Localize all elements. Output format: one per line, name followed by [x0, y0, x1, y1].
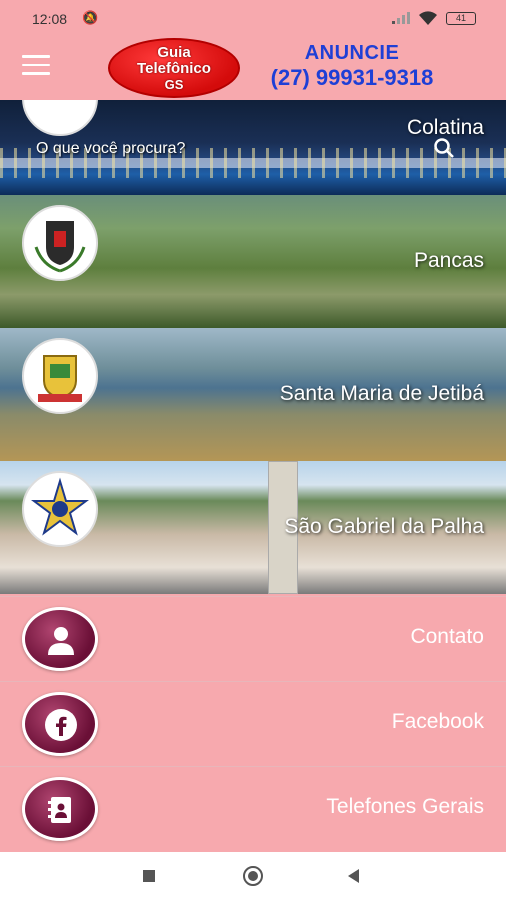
menu-label: Facebook [391, 710, 484, 733]
ad-title: ANUNCIE [304, 42, 400, 64]
city-crest-icon [22, 338, 98, 414]
hamburger-menu-icon[interactable] [22, 55, 50, 77]
menu-item-contato[interactable]: Contato [0, 596, 506, 680]
contact-user-icon[interactable] [22, 607, 98, 671]
recent-apps-icon[interactable] [143, 870, 155, 882]
menu-label: Contato [410, 625, 484, 648]
menu-item-telefones-gerais[interactable]: Telefones Gerais [0, 766, 506, 850]
signal-icon [392, 12, 410, 24]
wifi-icon [419, 11, 437, 25]
logo-line3: GS [164, 77, 184, 92]
city-name: São Gabriel da Palha [284, 515, 484, 538]
app-logo: Guia Telefônico GS [108, 38, 240, 98]
logo-line1: Guia [157, 44, 191, 61]
city-card-pancas[interactable]: Pancas [0, 195, 506, 328]
city-card-santa-maria-de-jetiba[interactable]: Santa Maria de Jetibá [0, 328, 506, 461]
phonebook-icon[interactable] [22, 777, 98, 841]
ad-phone: (27) 99931-9318 [270, 65, 434, 90]
menu-label: Telefones Gerais [326, 795, 484, 818]
menu-item-facebook[interactable]: Facebook [0, 681, 506, 765]
mute-icon: 🔕 [82, 10, 99, 25]
logo-line2: Telefônico [137, 60, 211, 77]
status-bar: 12:08 🔕 41 [0, 0, 506, 36]
home-icon[interactable] [243, 866, 263, 886]
city-crest-icon [22, 205, 98, 281]
city-crest-icon [22, 100, 98, 136]
city-name: Santa Maria de Jetibá [279, 382, 484, 405]
city-card-sao-gabriel-da-palha[interactable]: São Gabriel da Palha [0, 461, 506, 594]
system-nav-bar [0, 852, 506, 900]
search-icon[interactable] [432, 136, 456, 160]
search-bar[interactable]: O que você procura? [36, 136, 456, 166]
city-name: Pancas [413, 249, 484, 272]
city-crest-icon [22, 471, 98, 547]
status-time: 12:08 [32, 11, 68, 27]
ad-banner[interactable]: ANUNCIE (27) 99931-9318 [244, 42, 460, 91]
battery-icon: 41 [446, 12, 476, 25]
facebook-icon[interactable] [22, 692, 98, 756]
city-card-colatina[interactable]: Colatina O que você procura? [0, 100, 506, 195]
app-header: Guia Telefônico GS ANUNCIE (27) 99931-93… [0, 36, 506, 100]
back-icon[interactable] [348, 869, 359, 883]
search-input[interactable]: O que você procura? [36, 140, 185, 158]
